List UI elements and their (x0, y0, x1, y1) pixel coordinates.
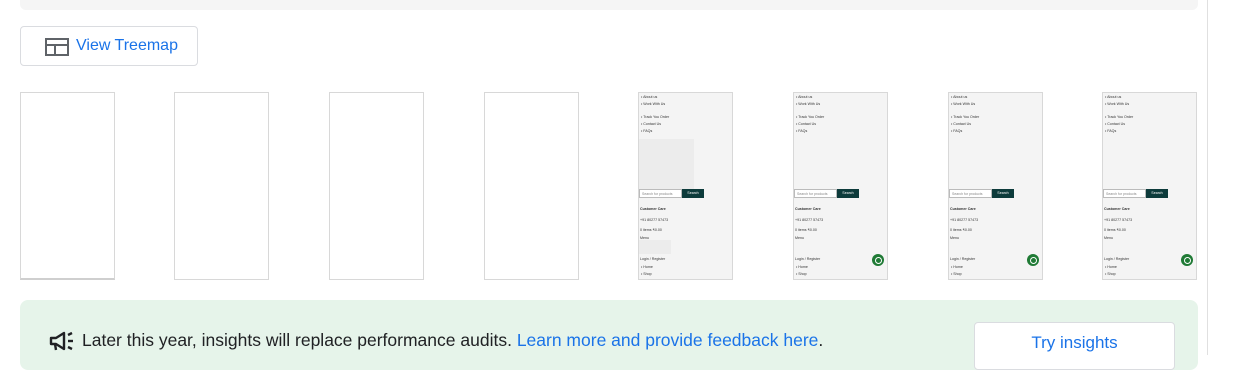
thumbnail-text: • Work With Us (1105, 102, 1130, 106)
thumbnail-text: Customer Care (795, 207, 821, 211)
thumbnail-text: • About us (951, 95, 968, 99)
thumbnail-text: Menu (950, 236, 959, 240)
thumbnail-text: • FAQs (951, 129, 963, 133)
thumbnail-search-input: Search for products (1103, 189, 1146, 198)
thumbnail-text: 0 items ₹0.00 (950, 228, 972, 232)
thumbnail-text: • Track You Order (641, 115, 670, 119)
filmstrip-frame (20, 92, 115, 280)
thumbnail-text: • Work With Us (641, 102, 666, 106)
thumbnail-text: • Shop (641, 272, 652, 276)
thumbnail-text: • Contact Us (951, 122, 972, 126)
thumbnail-image-placeholder (639, 139, 694, 189)
filmstrip-frame (174, 92, 269, 280)
thumbnail-chat-icon (1027, 254, 1039, 266)
view-treemap-button[interactable]: View Treemap (20, 26, 198, 66)
filmstrip-frame (329, 92, 424, 280)
thumbnail-text: • Home (796, 265, 808, 269)
megaphone-icon (49, 331, 73, 351)
thumbnail-text: • About us (641, 95, 658, 99)
learn-more-link[interactable]: Learn more and provide feedback here (517, 330, 819, 350)
try-insights-button[interactable]: Try insights (974, 322, 1175, 370)
thumbnail-text: • About us (1105, 95, 1122, 99)
thumbnail-text: Customer Care (640, 207, 666, 211)
thumbnail-text: +91 80277 57473 (640, 218, 669, 222)
try-insights-label: Try insights (1031, 333, 1118, 352)
thumbnail-text: • Work With Us (796, 102, 821, 106)
thumbnail-text: • Track You Order (796, 115, 825, 119)
thumbnail-search-button: Search (837, 189, 859, 198)
thumbnail-text: +91 80277 57473 (1104, 218, 1133, 222)
thumbnail-text: Menu (795, 236, 804, 240)
thumbnail-text: • Contact Us (1105, 122, 1126, 126)
thumbnail-text: +91 80277 57473 (795, 218, 824, 222)
banner-message: Later this year, insights will replace p… (82, 330, 512, 350)
thumbnail-text: • Home (951, 265, 963, 269)
treemap-icon (45, 38, 69, 56)
thumbnail-text: • Contact Us (796, 122, 817, 126)
thumbnail-chat-icon (1181, 254, 1193, 266)
thumbnail-text: • Shop (796, 272, 807, 276)
thumbnail-text: • About us (796, 95, 813, 99)
thumbnail-text: • Home (1105, 265, 1117, 269)
filmstrip-frame (484, 92, 579, 280)
banner-suffix: . (818, 330, 824, 350)
previous-section-footer (20, 0, 1198, 10)
filmstrip-frame: • About us • Work With Us • Track You Orde… (793, 92, 888, 280)
thumbnail-text: 0 items ₹0.00 (640, 228, 662, 232)
thumbnail-text: 0 items ₹0.00 (1104, 228, 1126, 232)
thumbnail-text: • Home (641, 265, 653, 269)
thumbnail-text: Customer Care (950, 207, 976, 211)
thumbnail-text: Login / Register (640, 257, 666, 261)
thumbnail-text: • FAQs (796, 129, 808, 133)
insights-banner: Later this year, insights will replace p… (20, 300, 1198, 370)
thumbnail-text: Login / Register (1104, 257, 1130, 261)
thumbnail-placeholder (639, 240, 671, 254)
thumbnail-text: • Track You Order (1105, 115, 1134, 119)
thumbnail-text: • FAQs (641, 129, 653, 133)
thumbnail-search-input: Search for products (639, 189, 682, 198)
thumbnail-text: Login / Register (795, 257, 821, 261)
thumbnail-search-button: Search (992, 189, 1014, 198)
thumbnail-text: • Shop (1105, 272, 1116, 276)
thumbnail-search-input: Search for products (794, 189, 837, 198)
thumbnail-text: Customer Care (1104, 207, 1130, 211)
filmstrip-frame: • About us • Work With Us • Track You Orde… (638, 92, 733, 280)
thumbnail-search-button: Search (1146, 189, 1168, 198)
thumbnail-search-button: Search (682, 189, 704, 198)
thumbnail-text: +91 80277 57473 (950, 218, 979, 222)
view-treemap-label: View Treemap (76, 37, 178, 54)
thumbnail-text: Login / Register (950, 257, 976, 261)
thumbnail-chat-icon (872, 254, 884, 266)
insights-banner-text: Later this year, insights will replace p… (82, 330, 823, 351)
thumbnail-text: • Track You Order (951, 115, 980, 119)
thumbnail-text: • FAQs (1105, 129, 1117, 133)
filmstrip-frame: • About us • Work With Us • Track You Orde… (1102, 92, 1197, 280)
thumbnail-text: • Shop (951, 272, 962, 276)
filmstrip-frame: • About us • Work With Us • Track You Orde… (948, 92, 1043, 280)
thumbnail-text: Menu (1104, 236, 1113, 240)
thumbnail-text: • Work With Us (951, 102, 976, 106)
thumbnail-text: 0 items ₹0.00 (795, 228, 817, 232)
thumbnail-search-input: Search for products (949, 189, 992, 198)
thumbnail-text: • Contact Us (641, 122, 662, 126)
